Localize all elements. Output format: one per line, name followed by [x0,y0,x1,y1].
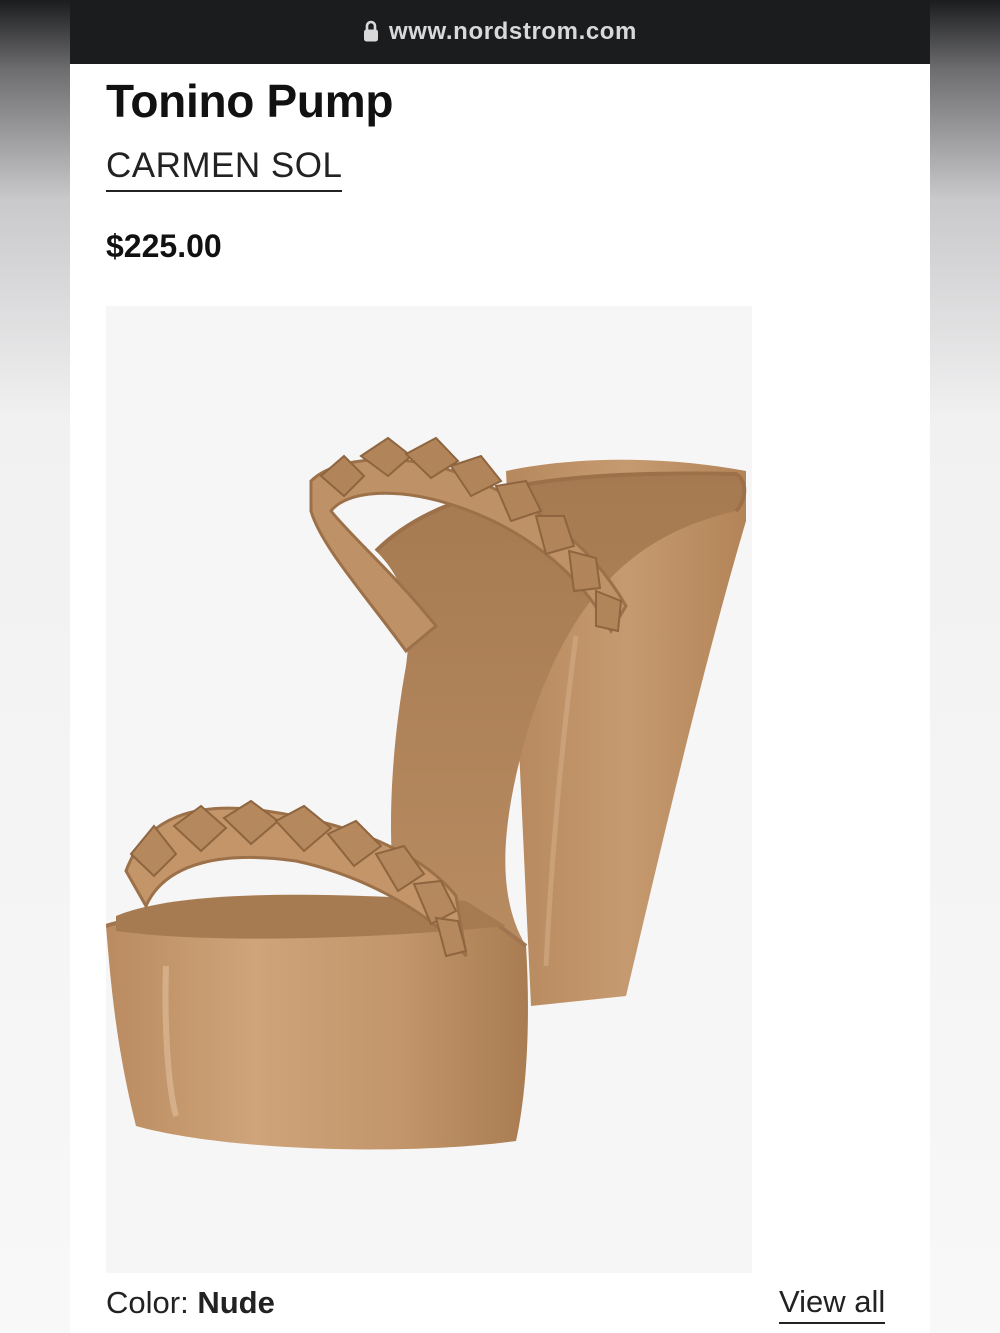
product-price: $225.00 [106,228,222,264]
background-left [0,0,70,1333]
product-image[interactable] [106,306,752,1273]
background-right [930,0,1000,1333]
color-value: Nude [197,1285,275,1320]
view-all-link[interactable]: View all [779,1284,886,1324]
lock-icon [363,19,379,43]
url-text: www.nordstrom.com [389,18,637,45]
product-page: www.nordstrom.com Tonino Pump CARMEN SOL… [70,0,930,1333]
brand-link[interactable]: CARMEN SOL [106,146,343,192]
product-title: Tonino Pump [106,75,394,127]
browser-url-bar[interactable]: www.nordstrom.com [70,0,930,64]
color-label: Color: [106,1285,189,1320]
color-row: Color: Nude [106,1285,275,1321]
